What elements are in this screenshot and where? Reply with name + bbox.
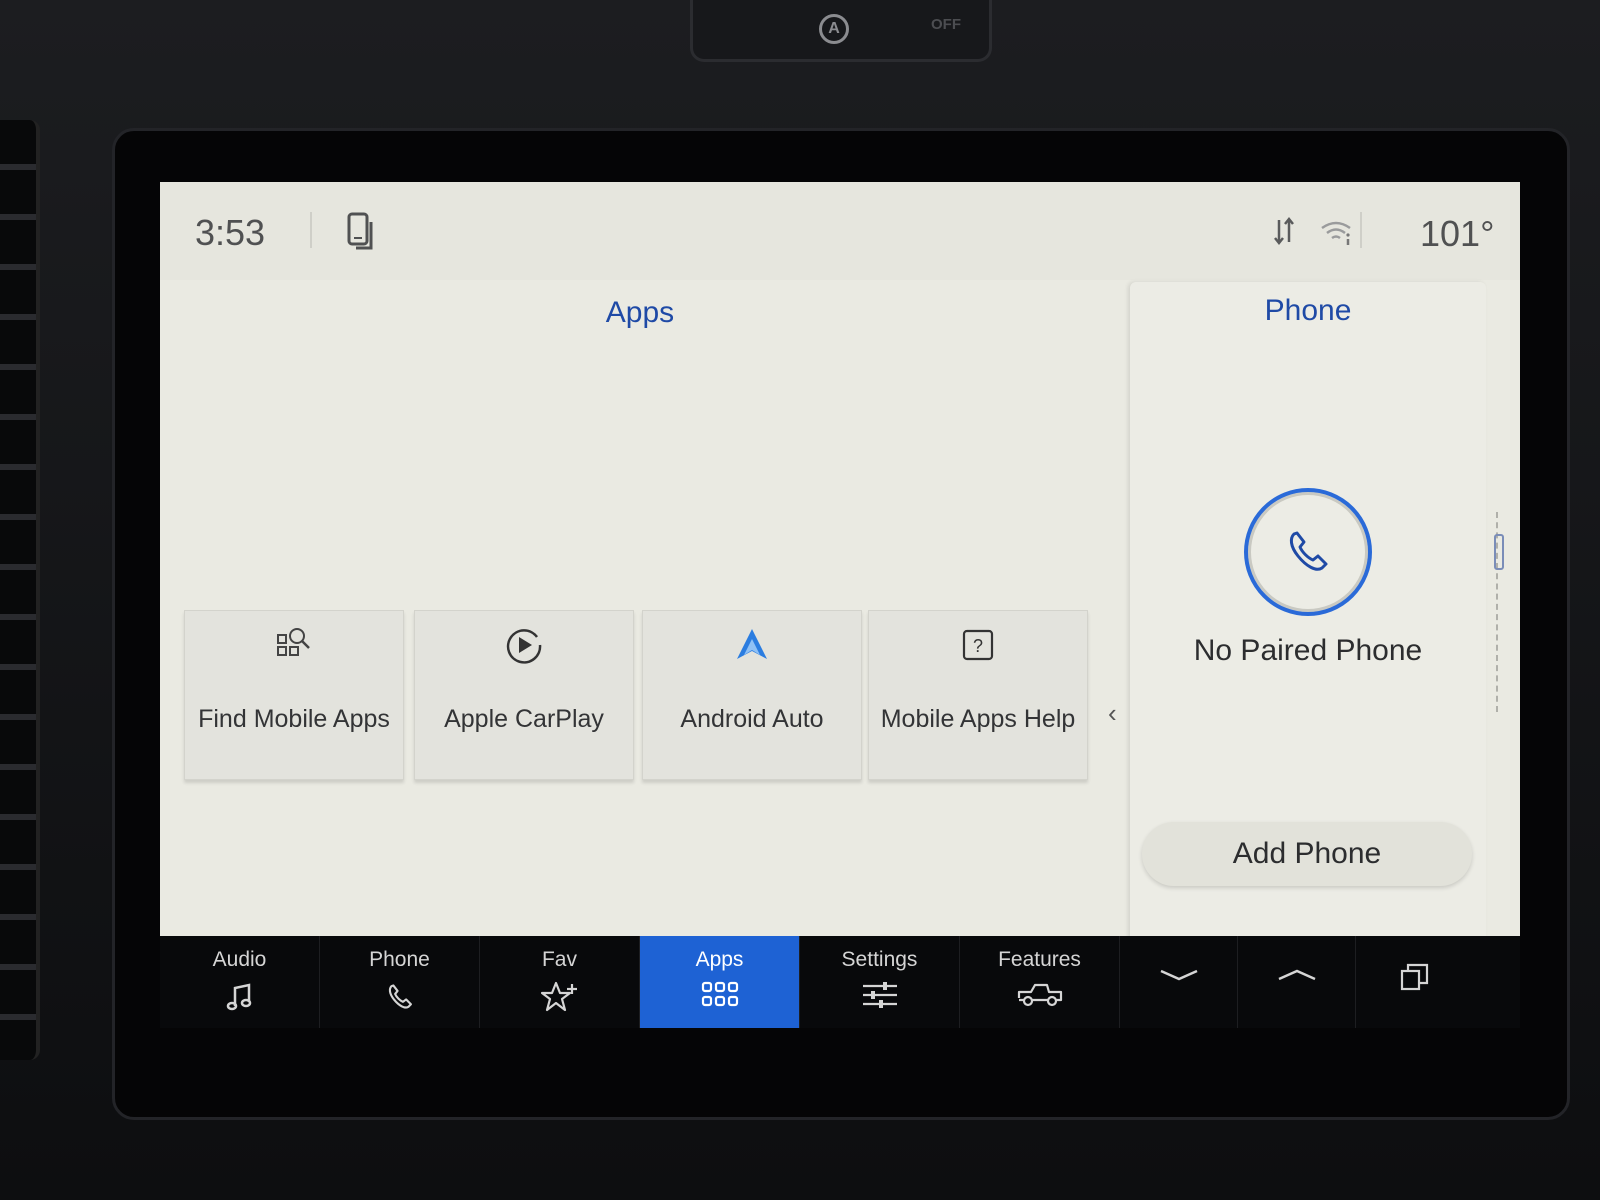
infotainment-screen: 3:53 101° Apps Find Mobile Apps Apple Ca… xyxy=(160,182,1520,936)
mobile-apps-help-tile[interactable]: ? Mobile Apps Help xyxy=(868,610,1088,780)
air-vent xyxy=(0,120,40,1060)
sliders-icon xyxy=(862,982,897,1008)
nav-windows[interactable] xyxy=(1356,936,1474,1028)
help-icon: ? xyxy=(962,629,994,661)
play-circle-icon xyxy=(506,629,542,664)
phone-call-button[interactable] xyxy=(1244,488,1372,616)
tile-label: Find Mobile Apps xyxy=(198,705,390,733)
nav-label: Phone xyxy=(369,948,430,971)
chevron-up-icon xyxy=(1277,969,1316,981)
panel-collapse-icon[interactable]: ‹ xyxy=(1108,698,1117,729)
nav-settings[interactable]: Settings xyxy=(800,936,960,1028)
nav-label: Audio xyxy=(212,948,267,971)
off-indicator: OFF xyxy=(931,16,961,33)
wifi-icon xyxy=(1321,221,1351,245)
scrollbar-thumb[interactable] xyxy=(1494,534,1504,570)
nav-label: Settings xyxy=(841,948,918,971)
apps-grid-icon xyxy=(701,981,738,1007)
chevron-down-icon xyxy=(1159,969,1198,981)
phone-status-icon[interactable] xyxy=(346,212,378,252)
tile-label: Android Auto xyxy=(680,705,824,733)
windows-icon xyxy=(1400,963,1429,991)
music-note-icon xyxy=(226,983,251,1011)
nav-phone[interactable]: Phone xyxy=(320,936,480,1028)
apps-title: Apps xyxy=(605,296,675,329)
phone-status-text: No Paired Phone xyxy=(1193,634,1423,667)
star-plus-icon xyxy=(540,981,577,1012)
divider xyxy=(1360,212,1362,248)
nav-label: Features xyxy=(998,948,1081,971)
truck-icon xyxy=(1017,983,1062,1007)
find-mobile-apps-tile[interactable]: Find Mobile Apps xyxy=(184,610,404,780)
find-apps-icon xyxy=(277,628,310,656)
outside-temperature: 101° xyxy=(1420,213,1495,254)
apps-panel: Apps Find Mobile Apps Apple CarPlay Andr… xyxy=(160,280,1120,936)
phone-card-title: Phone xyxy=(1264,294,1352,327)
divider xyxy=(310,212,312,248)
nav-chevron-down[interactable] xyxy=(1120,936,1238,1028)
nav-chevron-up[interactable] xyxy=(1238,936,1356,1028)
android-auto-icon xyxy=(737,629,767,659)
phone-icon xyxy=(388,984,412,1009)
phone-icon xyxy=(1289,531,1328,571)
nav-features[interactable]: Features xyxy=(960,936,1120,1028)
hazard-panel: A OFF xyxy=(690,0,992,62)
android-auto-tile[interactable]: Android Auto xyxy=(642,610,862,780)
apple-carplay-tile[interactable]: Apple CarPlay xyxy=(414,610,634,780)
status-bar: 3:53 101° xyxy=(160,182,1520,280)
auto-start-stop-icon[interactable]: A xyxy=(819,14,849,44)
phone-card: Phone No Paired Phone Add Phone xyxy=(1130,282,1486,936)
sync-arrows-icon xyxy=(1274,216,1294,246)
nav-audio[interactable]: Audio xyxy=(160,936,320,1028)
clock: 3:53 xyxy=(195,212,266,253)
nav-label: Fav xyxy=(541,948,577,971)
tile-label: Mobile Apps Help xyxy=(880,705,1076,733)
nav-fav[interactable]: Fav xyxy=(480,936,640,1028)
add-phone-button[interactable]: Add Phone xyxy=(1142,822,1472,886)
dashboard: A OFF 3:53 101° Apps Find Mobile Apps Ap… xyxy=(0,0,1600,1200)
nav-label: Apps xyxy=(695,948,744,971)
svg-text:?: ? xyxy=(973,636,983,656)
bottom-nav-bar: Audio Phone Fav Apps Settings Features xyxy=(160,936,1520,1028)
tile-label: Apple CarPlay xyxy=(444,705,604,733)
nav-apps[interactable]: Apps xyxy=(640,936,800,1028)
